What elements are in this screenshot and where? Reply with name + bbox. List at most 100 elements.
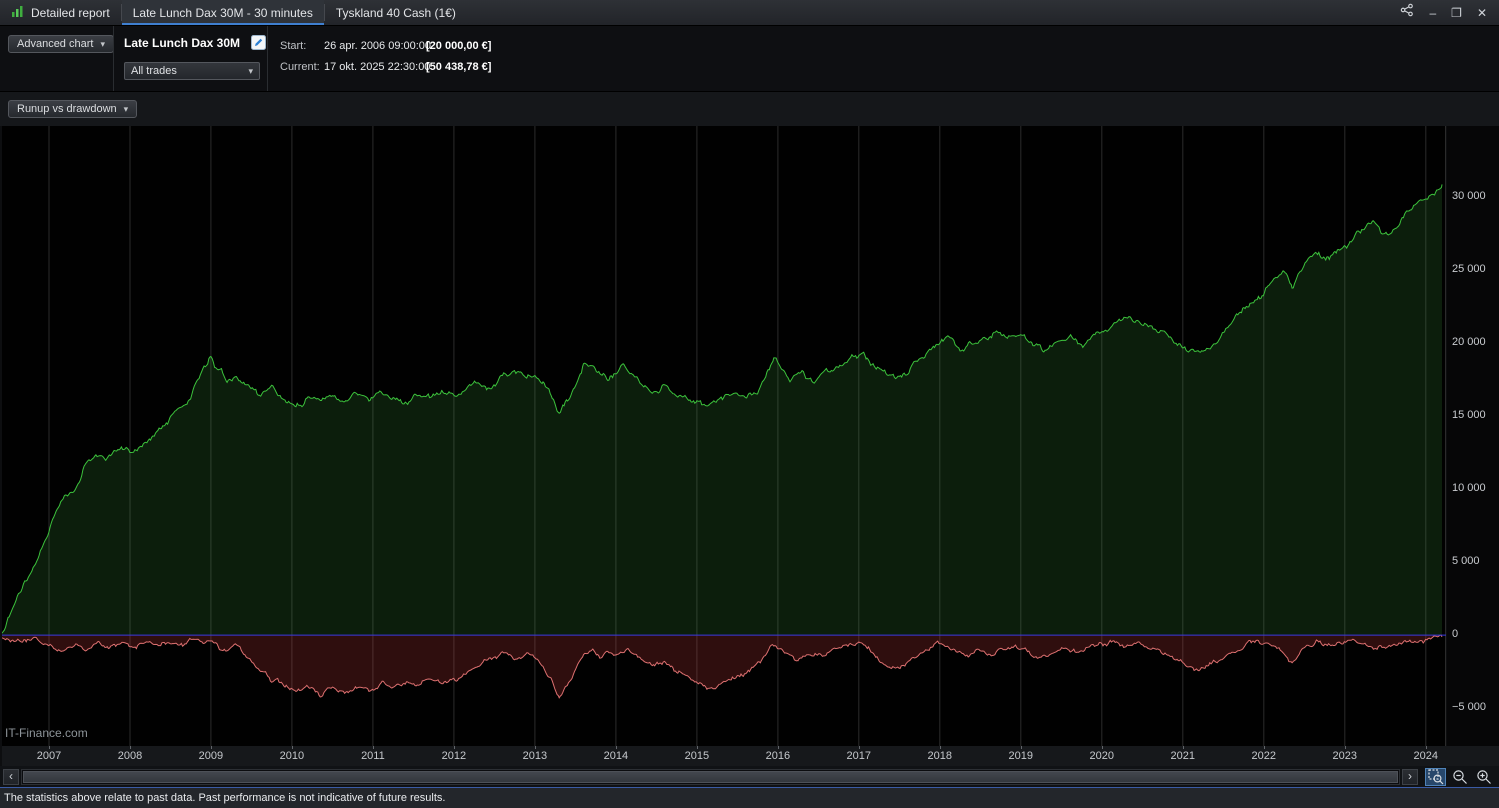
- tab-instrument[interactable]: Tyskland 40 Cash (1€): [325, 0, 467, 25]
- disclaimer-text: The statistics above relate to past data…: [4, 792, 446, 804]
- toolbar: Advanced chart ▾ Late Lunch Dax 30M All …: [0, 26, 1499, 91]
- edit-icon[interactable]: [251, 35, 267, 55]
- advanced-chart-dropdown[interactable]: Advanced chart ▾: [8, 35, 114, 53]
- chevron-down-icon: ▾: [123, 103, 129, 114]
- advanced-chart-label: Advanced chart: [17, 38, 94, 50]
- close-icon[interactable]: ✕: [1477, 7, 1487, 19]
- scrollbar-row: ‹ ›: [0, 766, 1499, 787]
- scroll-right-button[interactable]: ›: [1402, 768, 1418, 785]
- y-axis-label: 25 000: [1452, 263, 1486, 276]
- x-axis-tick: [453, 746, 455, 749]
- y-axis-label: 15 000: [1452, 409, 1486, 422]
- x-axis-tick: [372, 746, 374, 749]
- x-axis-label: 2009: [198, 750, 224, 762]
- x-axis-label: 2007: [36, 750, 62, 762]
- start-row: Start: 26 apr. 2006 09:00:00 [20 000,00 …: [280, 40, 491, 52]
- current-value: [50 438,78 €]: [426, 61, 492, 73]
- chevron-down-icon: ▾: [248, 65, 253, 76]
- trades-filter-select[interactable]: All trades ▾: [124, 62, 260, 80]
- x-axis-tick: [858, 746, 860, 749]
- x-axis-tick: [1182, 746, 1184, 749]
- zoom-out-icon: [1452, 769, 1467, 784]
- zoom-out-button[interactable]: [1449, 768, 1470, 786]
- x-axis-tick: [777, 746, 779, 749]
- strategy-panel: Late Lunch Dax 30M All trades ▾: [124, 34, 267, 80]
- y-axis-label: −5 000: [1452, 701, 1486, 714]
- x-axis-tick: [1020, 746, 1022, 749]
- toolbar-divider: [113, 26, 114, 91]
- tab-strategy[interactable]: Late Lunch Dax 30M - 30 minutes: [121, 0, 324, 25]
- view-selector-dropdown[interactable]: Runup vs drawdown ▾: [8, 100, 138, 118]
- tab-label: Late Lunch Dax 30M - 30 minutes: [132, 5, 313, 20]
- current-label: Current:: [280, 61, 320, 73]
- x-axis-label: 2019: [1008, 750, 1034, 762]
- x-axis-label: 2024: [1413, 750, 1439, 762]
- current-row: Current: 17 okt. 2025 22:30:00 [50 438,7…: [280, 61, 491, 73]
- x-axis-label: 2015: [684, 750, 710, 762]
- x-axis-label: 2016: [765, 750, 791, 762]
- x-axis-tick: [130, 746, 131, 749]
- x-axis-tick: [939, 746, 941, 749]
- maximize-icon[interactable]: ❐: [1451, 7, 1462, 19]
- zoom-in-icon: [1476, 769, 1491, 784]
- y-axis: 30 000 25 000 20 000 15 000 10 000 5 000 0 −5 0…: [1447, 126, 1499, 746]
- x-axis-tick: [291, 746, 293, 749]
- y-axis-label: 10 000: [1452, 482, 1486, 495]
- scrollbar-track[interactable]: [21, 768, 1400, 785]
- tab-label: Detailed report: [31, 5, 110, 20]
- x-axis-tick: [1263, 746, 1265, 749]
- x-axis-label: 2010: [279, 750, 305, 762]
- x-axis-tick: [1344, 746, 1346, 749]
- x-axis-label: 2018: [927, 750, 953, 762]
- x-axis-label: 2014: [603, 750, 629, 762]
- x-axis-label: 2012: [441, 750, 467, 762]
- x-axis-tick: [1101, 746, 1103, 749]
- x-axis-label: 2023: [1332, 750, 1358, 762]
- y-axis-label: 5 000: [1452, 555, 1480, 568]
- application-window: Detailed report Late Lunch Dax 30M - 30 …: [0, 0, 1499, 808]
- x-axis-tick: [615, 746, 617, 749]
- tab-label: Tyskland 40 Cash (1€): [335, 5, 456, 20]
- tab-detailed-report[interactable]: Detailed report: [0, 0, 121, 25]
- trades-filter-value: All trades: [131, 65, 177, 77]
- zoom-selection-button[interactable]: [1425, 767, 1446, 786]
- zoom-selection-icon: [1427, 768, 1443, 784]
- x-axis-tick: [696, 746, 698, 749]
- x-axis-tick: [1425, 746, 1427, 749]
- y-axis-label: 0: [1452, 628, 1459, 641]
- start-datetime: 26 apr. 2006 09:00:00: [324, 40, 432, 52]
- current-datetime: 17 okt. 2025 22:30:00: [324, 61, 431, 73]
- chart-canvas[interactable]: [2, 126, 1446, 746]
- zoom-controls: [1425, 767, 1494, 786]
- share-icon[interactable]: [1400, 3, 1414, 22]
- y-axis-label: 30 000: [1452, 190, 1486, 203]
- scrollbar-thumb[interactable]: [23, 770, 1398, 783]
- runup-drawdown-chart[interactable]: IT-Finance.com: [2, 126, 1446, 746]
- view-bar: Runup vs drawdown ▾: [0, 91, 1499, 126]
- report-chart-icon: [11, 5, 25, 21]
- x-axis-label: 2020: [1089, 750, 1115, 762]
- x-axis-tick: [534, 746, 536, 749]
- x-axis: 2007 2008 2009 2010 2011 2012 2013 2014 2015 2016…: [2, 746, 1499, 766]
- start-current-panel: Start: 26 apr. 2006 09:00:00 [20 000,00 …: [280, 40, 491, 82]
- chevron-down-icon: ▾: [100, 38, 105, 49]
- statusbar: The statistics above relate to past data…: [0, 787, 1499, 808]
- strategy-name: Late Lunch Dax 30M: [124, 36, 241, 50]
- x-axis-tick: [49, 746, 50, 749]
- start-value: [20 000,00 €]: [426, 40, 492, 52]
- x-axis-label: 2013: [522, 750, 548, 762]
- window-controls: – ❐ ✕: [1400, 0, 1499, 25]
- watermark: IT-Finance.com: [5, 726, 88, 740]
- x-axis-tick: [210, 746, 212, 749]
- x-axis-label: 2022: [1251, 750, 1277, 762]
- scroll-left-button[interactable]: ‹: [3, 768, 19, 785]
- x-axis-label: 2011: [361, 750, 385, 762]
- minimize-icon[interactable]: –: [1429, 7, 1436, 19]
- x-axis-label: 2017: [846, 750, 872, 762]
- titlebar: Detailed report Late Lunch Dax 30M - 30 …: [0, 0, 1499, 26]
- y-axis-label: 20 000: [1452, 336, 1486, 349]
- view-selector-value: Runup vs drawdown: [17, 103, 117, 115]
- x-axis-label: 2021: [1170, 750, 1196, 762]
- start-label: Start:: [280, 40, 307, 52]
- zoom-in-button[interactable]: [1473, 768, 1494, 786]
